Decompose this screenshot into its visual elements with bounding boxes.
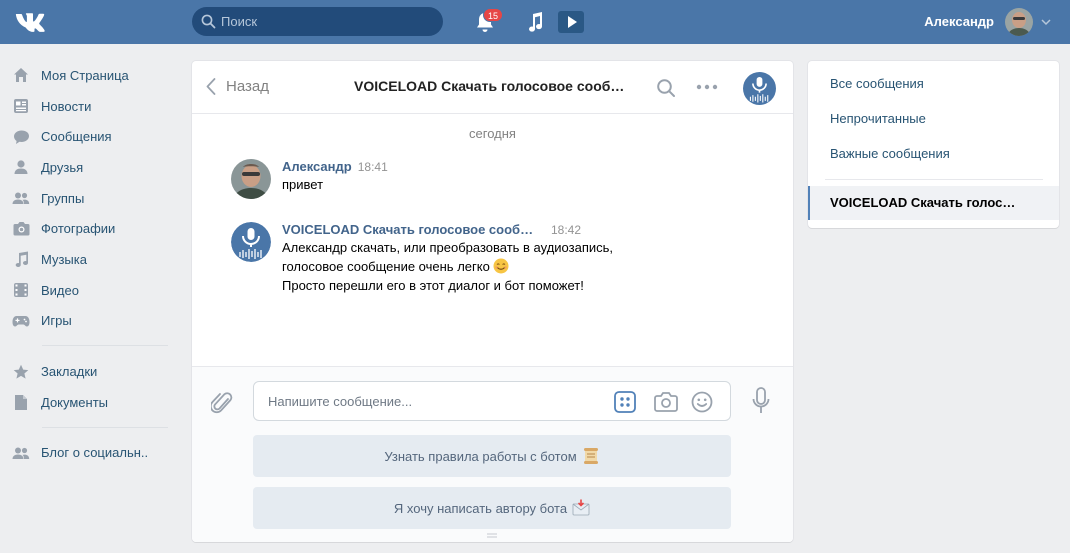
user-avatar[interactable] [231,159,271,199]
nav-label: Группы [41,190,85,206]
messages-icon [12,128,30,146]
chat-header: Назад VOICELOAD Скачать голосовое сообще… [192,61,793,114]
photos-icon [12,220,30,238]
play-button-icon[interactable] [558,11,584,33]
bot-button-label: Я хочу написать автору бота [393,500,568,516]
more-options-icon[interactable] [696,83,718,91]
chevron-down-icon[interactable] [1041,18,1051,26]
back-label: Назад [226,78,269,95]
nav-label: Видео [41,282,79,298]
music-icon [12,250,30,268]
notifications-badge: 15 [483,8,504,22]
message-time: 18:42 [551,223,582,237]
search-icon [201,14,216,29]
vk-logo-icon[interactable] [12,8,48,36]
nav-label: Документы [41,394,109,410]
nav-item-groups[interactable]: Группы [0,183,180,214]
games-icon [12,312,30,330]
search-icon[interactable] [656,78,676,98]
microphone-icon[interactable] [752,387,770,415]
nav-item-messages[interactable]: Сообщения [0,121,180,152]
message-body: Александр 18:41 привет [282,159,702,194]
back-button[interactable]: Назад [206,78,269,95]
music-note-icon[interactable] [525,11,545,33]
message-text: Александр скачать, или преобразовать в а… [282,240,614,255]
camera-icon[interactable] [654,391,678,413]
message-text: Просто перешли его в этот диалог и бот п… [282,278,584,293]
star-icon [12,363,30,381]
active-chat-item[interactable]: VOICELOAD Скачать голосовое сообщение [808,186,1059,220]
message-text-line: голосовое сообщение очень легко [282,257,702,276]
nav-label: Новости [41,98,92,114]
message-text: привет [282,177,324,192]
nav-item-bookmarks[interactable]: Закладки [0,356,180,387]
message-author[interactable]: VOICELOAD Скачать голосовое сообщение [282,222,537,237]
nav-item-my-page[interactable]: Моя Страница [0,60,180,91]
nav-label: Музыка [41,251,87,267]
document-icon [12,393,30,411]
nav-item-friends[interactable]: Друзья [0,152,180,183]
nav-label: Сообщения [41,129,112,145]
bot-button-label: Узнать правила работы с ботом [384,448,577,464]
resize-handle-icon[interactable] [486,533,498,539]
nav-item-community-blog[interactable]: Блог о социальн.. [0,438,180,469]
messages-filter-menu: Все сообщения Непрочитанные Важные сообщ… [808,61,1059,228]
date-separator: сегодня [469,126,516,141]
bot-keyboard-icon[interactable] [614,391,636,413]
nav-item-video[interactable]: Видео [0,275,180,306]
people-icon [12,444,30,462]
nav-item-photos[interactable]: Фотографии [0,213,180,244]
nav-divider [42,426,168,428]
top-header: 15 Александр [0,0,1070,44]
bot-rules-button[interactable]: Узнать правила работы с ботом [253,435,731,477]
home-icon [12,66,30,84]
nav-label: Друзья [41,159,84,175]
message-composer: Узнать правила работы с ботом Я хочу нап… [192,366,793,542]
nav-item-documents[interactable]: Документы [0,387,180,418]
message-time: 18:41 [357,160,388,174]
chat-panel: Назад VOICELOAD Скачать голосовое сообще… [192,61,793,542]
nav-label: Блог о социальн.. [41,445,149,461]
header-user-name[interactable]: Александр [924,14,994,29]
message-text: голосовое сообщение очень легко [282,259,490,274]
nav-item-news[interactable]: Новости [0,91,180,122]
bot-avatar[interactable] [231,222,271,262]
nav-divider [42,345,168,347]
groups-icon [12,189,30,207]
nav-label: Моя Страница [41,67,129,83]
message-author[interactable]: Александр [282,159,352,174]
scroll-emoji-icon [582,447,600,465]
filter-important[interactable]: Важные сообщения [808,137,1059,171]
nav-label: Фотографии [41,221,116,237]
message-input-box[interactable] [253,381,731,421]
header-avatar[interactable] [1005,8,1033,36]
filter-unread[interactable]: Непрочитанные [808,102,1059,136]
menu-divider [825,179,1043,180]
nav-item-games[interactable]: Игры [0,306,180,337]
emoji-icon[interactable] [691,391,713,413]
nav-label: Закладки [41,364,98,380]
smile-emoji-icon [493,258,509,274]
news-icon [12,97,30,115]
chat-title[interactable]: VOICELOAD Скачать голосовое сообщение [354,78,634,94]
paperclip-icon[interactable] [211,390,233,416]
message-input[interactable] [268,382,598,420]
search-bar[interactable] [192,7,443,36]
video-icon [12,281,30,299]
chevron-left-icon [206,78,216,95]
friends-icon [12,158,30,176]
filter-all-messages[interactable]: Все сообщения [808,67,1059,101]
left-navigation: Моя Страница Новости Сообщения Друзья Гр… [0,60,180,468]
envelope-emoji-icon [572,499,590,517]
search-input[interactable] [221,7,431,36]
write-author-button[interactable]: Я хочу написать автору бота [253,487,731,529]
nav-label: Игры [41,313,72,329]
bot-avatar-icon[interactable] [743,72,776,105]
message-body: VOICELOAD Скачать голосовое сообщение 18:… [282,222,702,295]
nav-item-music[interactable]: Музыка [0,244,180,275]
